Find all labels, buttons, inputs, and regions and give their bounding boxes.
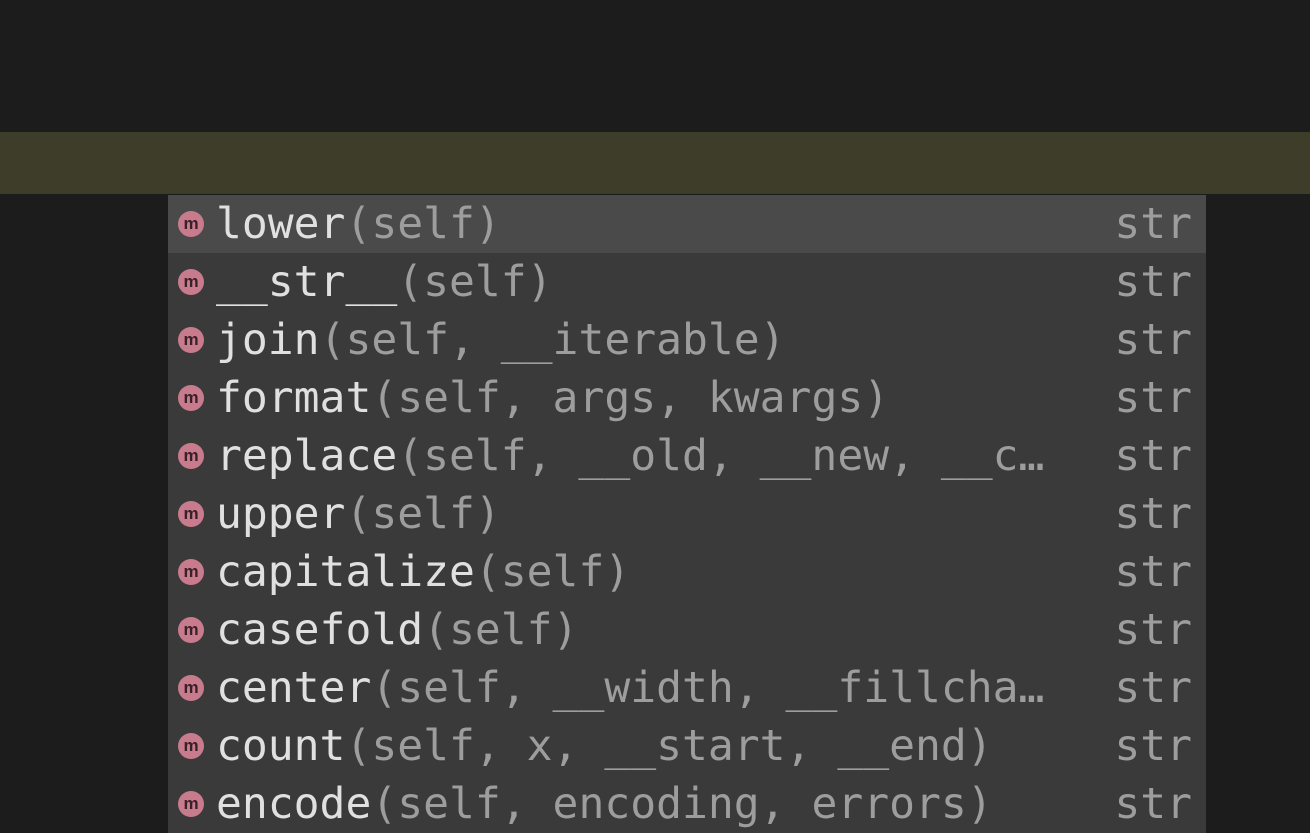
autocomplete-label: format(self, args, kwargs) xyxy=(216,373,1096,423)
method-icon: m xyxy=(178,211,204,237)
method-icon: m xyxy=(178,617,204,643)
autocomplete-label: encode(self, encoding, errors) xyxy=(216,779,1096,829)
autocomplete-name: center xyxy=(216,663,371,713)
autocomplete-return-type: str xyxy=(1114,257,1192,307)
code-line-2-current[interactable]: text. ~ xyxy=(0,132,1310,194)
autocomplete-return-type: str xyxy=(1114,547,1192,597)
code-editor[interactable]: text: str = something() text. ~ xyxy=(0,0,1310,194)
autocomplete-label: capitalize(self) xyxy=(216,547,1096,597)
method-icon: m xyxy=(178,791,204,817)
autocomplete-item[interactable]: mlower(self)str xyxy=(168,195,1206,253)
autocomplete-name: join xyxy=(216,315,320,365)
autocomplete-params: (self, __old, __new, __c… xyxy=(397,431,1044,481)
autocomplete-label: center(self, __width, __fillcha… xyxy=(216,663,1096,713)
method-icon: m xyxy=(178,559,204,585)
autocomplete-item[interactable]: m replace(self, __old, __new, __c… str xyxy=(168,427,1206,485)
autocomplete-name: upper xyxy=(216,489,345,539)
method-icon: m xyxy=(178,733,204,759)
autocomplete-params: (self) xyxy=(397,257,552,307)
autocomplete-params: (self) xyxy=(475,547,630,597)
autocomplete-item[interactable]: mjoin(self, __iterable)str xyxy=(168,311,1206,369)
autocomplete-item[interactable]: m casefold(self) str xyxy=(168,601,1206,659)
autocomplete-params: (self, __iterable) xyxy=(320,315,786,365)
autocomplete-item[interactable]: mupper(self)str xyxy=(168,485,1206,543)
method-icon: m xyxy=(178,385,204,411)
autocomplete-return-type: str xyxy=(1114,489,1192,539)
code-line-1[interactable]: text: str = something() xyxy=(0,70,1310,132)
autocomplete-params: (self, __width, __fillcha… xyxy=(371,663,1044,713)
autocomplete-return-type: str xyxy=(1114,779,1192,829)
autocomplete-label: join(self, __iterable) xyxy=(216,315,1096,365)
autocomplete-return-type: str xyxy=(1114,373,1192,423)
method-icon: m xyxy=(178,327,204,353)
autocomplete-popup[interactable]: mlower(self)strm__str__(self)strmjoin(se… xyxy=(168,195,1206,833)
autocomplete-label: casefold(self) xyxy=(216,605,1096,655)
autocomplete-name: format xyxy=(216,373,371,423)
autocomplete-return-type: str xyxy=(1114,315,1192,365)
autocomplete-item[interactable]: mcount(self, x, __start, __end)str xyxy=(168,717,1206,775)
autocomplete-name: replace xyxy=(216,431,397,481)
autocomplete-label: lower(self) xyxy=(216,199,1096,249)
autocomplete-label: upper(self) xyxy=(216,489,1096,539)
method-icon: m xyxy=(178,675,204,701)
autocomplete-return-type: str xyxy=(1114,199,1192,249)
method-icon: m xyxy=(178,501,204,527)
autocomplete-return-type: str xyxy=(1114,431,1192,481)
autocomplete-item[interactable]: m __str__(self) str xyxy=(168,253,1206,311)
autocomplete-item[interactable]: mcenter(self, __width, __fillcha…str xyxy=(168,659,1206,717)
autocomplete-params: (self) xyxy=(345,489,500,539)
autocomplete-return-type: str xyxy=(1114,721,1192,771)
method-icon: m xyxy=(178,269,204,295)
autocomplete-label: replace(self, __old, __new, __c… xyxy=(216,431,1096,481)
method-icon: m xyxy=(178,443,204,469)
autocomplete-name: capitalize xyxy=(216,547,475,597)
autocomplete-label: __str__(self) xyxy=(216,257,1096,307)
autocomplete-return-type: str xyxy=(1114,663,1192,713)
autocomplete-item[interactable]: m capitalize(self) str xyxy=(168,543,1206,601)
autocomplete-item[interactable]: mencode(self, encoding, errors)str xyxy=(168,775,1206,833)
autocomplete-name: encode xyxy=(216,779,371,829)
autocomplete-params: (self) xyxy=(423,605,578,655)
autocomplete-name: lower xyxy=(216,199,345,249)
autocomplete-label: count(self, x, __start, __end) xyxy=(216,721,1096,771)
autocomplete-name: __str__ xyxy=(216,257,397,307)
autocomplete-item[interactable]: mformat(self, args, kwargs)str xyxy=(168,369,1206,427)
autocomplete-name: count xyxy=(216,721,345,771)
autocomplete-name: casefold xyxy=(216,605,423,655)
autocomplete-params: (self, encoding, errors) xyxy=(371,779,992,829)
autocomplete-params: (self, x, __start, __end) xyxy=(345,721,992,771)
autocomplete-return-type: str xyxy=(1114,605,1192,655)
autocomplete-params: (self) xyxy=(345,199,500,249)
autocomplete-params: (self, args, kwargs) xyxy=(371,373,889,423)
